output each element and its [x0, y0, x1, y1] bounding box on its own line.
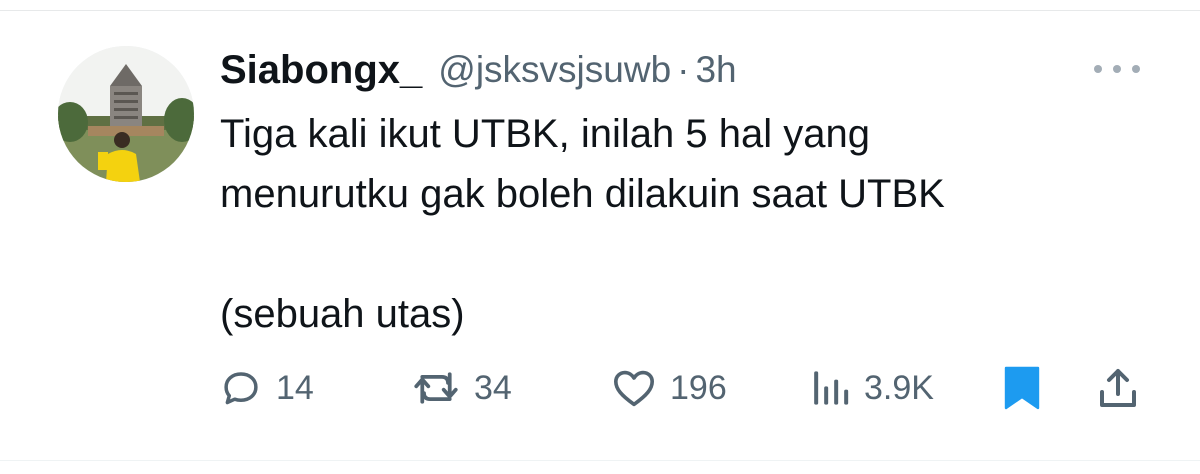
more-options-icon[interactable]	[1094, 58, 1140, 80]
reply-icon	[224, 372, 258, 405]
timestamp[interactable]: 3h	[695, 49, 736, 91]
tweet-line: Tiga kali ikut UTBK, inilah 5 hal yang	[220, 112, 870, 156]
line-spacer	[220, 224, 1160, 284]
bookmark-button[interactable]	[1004, 360, 1040, 416]
tweet-text: Tiga kali ikut UTBK, inilah 5 hal yang m…	[220, 104, 1160, 344]
tweet-line: (sebuah utas)	[220, 292, 465, 336]
bottom-divider	[0, 460, 1200, 461]
more-dot	[1113, 65, 1121, 73]
handle[interactable]: @jsksvsjsuwb	[438, 49, 671, 91]
avatar-photo	[58, 46, 194, 182]
retweet-icon	[414, 372, 458, 404]
views-count: 3.9K	[864, 368, 934, 407]
separator-dot: ·	[677, 49, 690, 90]
reply-count: 14	[276, 368, 314, 407]
bookmark-icon	[1004, 366, 1040, 410]
like-count: 196	[670, 368, 727, 407]
tweet-line: menurutku gak boleh dilakuin saat UTBK	[220, 172, 945, 216]
retweet-button[interactable]: 34	[412, 360, 512, 416]
tweet-header: Siabongx_ @jsksvsjsuwb · 3h	[220, 44, 737, 96]
reply-button[interactable]: 14	[220, 360, 314, 416]
action-bar: 14 34 196 3.9K	[220, 360, 1150, 416]
share-icon	[1100, 369, 1136, 407]
share-button[interactable]	[1098, 360, 1138, 416]
avatar[interactable]	[58, 46, 194, 182]
display-name[interactable]: Siabongx_	[220, 48, 422, 93]
top-divider	[0, 10, 1200, 11]
more-dot	[1094, 65, 1102, 73]
retweet-count: 34	[474, 368, 512, 407]
like-button[interactable]: 196	[612, 360, 727, 416]
analytics-icon	[814, 371, 849, 405]
more-dot	[1132, 65, 1140, 73]
views-button[interactable]: 3.9K	[810, 360, 934, 416]
heart-icon	[613, 370, 654, 407]
